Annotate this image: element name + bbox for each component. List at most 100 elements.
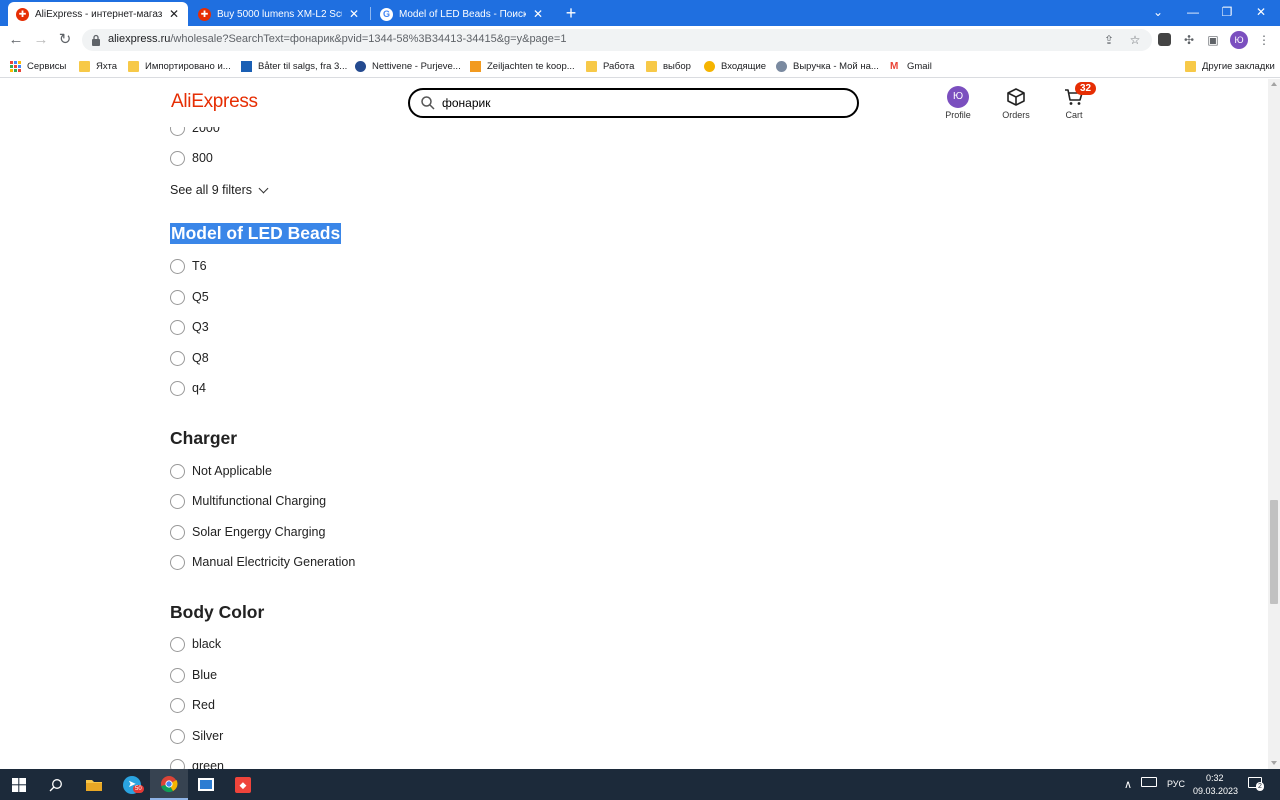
restore-button[interactable]: ❐ bbox=[1210, 0, 1244, 26]
menu-kebab-icon[interactable]: ⋮ bbox=[1256, 32, 1272, 48]
orders-button[interactable]: Orders bbox=[991, 86, 1041, 120]
radio-button[interactable] bbox=[170, 554, 185, 570]
share-icon[interactable]: ⇪ bbox=[1102, 33, 1116, 47]
filter-option[interactable]: Q5 bbox=[170, 288, 209, 306]
taskbar-search-button[interactable] bbox=[37, 769, 75, 800]
puzzle-extensions-icon[interactable]: ✣ bbox=[1181, 32, 1197, 48]
close-window-button[interactable]: ✕ bbox=[1244, 0, 1278, 26]
radio-button[interactable] bbox=[170, 350, 185, 366]
radio-button[interactable] bbox=[170, 524, 185, 540]
radio-button[interactable] bbox=[170, 697, 185, 713]
bookmark-bater[interactable]: Båter til salgs, fra 3... bbox=[241, 58, 347, 74]
filter-option[interactable]: Silver bbox=[170, 727, 223, 745]
minimize-button[interactable]: — bbox=[1176, 0, 1210, 26]
cart-button[interactable]: 32 Cart bbox=[1049, 82, 1099, 120]
new-tab-button[interactable]: + bbox=[561, 3, 581, 23]
anydesk-button[interactable]: ◆ bbox=[224, 769, 262, 800]
site-icon bbox=[470, 60, 481, 72]
filter-option[interactable]: q4 bbox=[170, 379, 206, 397]
see-all-filters-button[interactable]: See all 9 filters bbox=[170, 183, 269, 197]
mail-icon bbox=[704, 60, 715, 72]
keyboard-icon[interactable] bbox=[1141, 777, 1157, 787]
filter-option[interactable]: Blue bbox=[170, 666, 217, 684]
back-arrow-icon[interactable]: ← bbox=[6, 30, 26, 50]
cart-count-badge: 32 bbox=[1075, 82, 1097, 95]
radio-button[interactable] bbox=[170, 493, 185, 509]
reload-icon[interactable]: ↻ bbox=[55, 30, 75, 50]
close-tab-icon[interactable]: ✕ bbox=[348, 7, 360, 21]
vertical-scrollbar[interactable] bbox=[1268, 79, 1280, 769]
language-indicator[interactable]: РУС bbox=[1167, 779, 1185, 789]
chrome-button[interactable] bbox=[150, 769, 188, 800]
radio-button[interactable] bbox=[170, 258, 185, 274]
profile-button[interactable]: Ю Profile bbox=[933, 86, 983, 120]
address-bar[interactable]: aliexpress.ru/wholesale?SearchText=фонар… bbox=[82, 29, 1152, 51]
profile-avatar[interactable]: Ю bbox=[1230, 31, 1248, 49]
radio-button[interactable] bbox=[170, 667, 185, 683]
clock-time[interactable]: 0:32 bbox=[1206, 773, 1224, 783]
radio-button[interactable] bbox=[170, 289, 185, 305]
close-tab-icon[interactable]: ✕ bbox=[532, 7, 544, 21]
tab-search-chevron-icon[interactable]: ⌄ bbox=[1141, 0, 1175, 26]
bookmark-gmail[interactable]: M Gmail bbox=[890, 58, 932, 74]
close-tab-icon[interactable]: ✕ bbox=[168, 7, 180, 21]
file-explorer-button[interactable] bbox=[75, 769, 113, 800]
forward-arrow-icon[interactable]: → bbox=[31, 30, 51, 50]
bookmark-revenue[interactable]: Выручка - Мой на... bbox=[776, 58, 879, 74]
bookmark-choice[interactable]: выбор bbox=[646, 58, 691, 74]
scroll-up-arrow-icon[interactable] bbox=[1271, 82, 1277, 86]
notifications-button[interactable]: 2 bbox=[1248, 777, 1264, 791]
radio-button[interactable] bbox=[170, 380, 185, 396]
clock-date[interactable]: 09.03.2023 bbox=[1193, 786, 1238, 796]
bookmark-yacht[interactable]: Яхта bbox=[79, 58, 117, 74]
radio-button[interactable] bbox=[170, 728, 185, 744]
bookmark-other[interactable]: Другие закладки bbox=[1185, 58, 1275, 74]
bookmark-nettivene[interactable]: Nettivene - Purjeve... bbox=[355, 58, 461, 74]
filter-option[interactable]: 800 bbox=[170, 149, 213, 167]
tab-google-search[interactable]: G Model of LED Beads - Поиск в G ✕ bbox=[372, 2, 552, 26]
filter-option[interactable]: T6 bbox=[170, 257, 207, 275]
scrollbar-thumb[interactable] bbox=[1270, 500, 1278, 604]
bookmark-services[interactable]: Сервисы bbox=[10, 58, 66, 74]
tab-buy-flashlight[interactable]: ✚ Buy 5000 lumens XM-L2 Scuba D ✕ bbox=[190, 2, 368, 26]
filter-option[interactable]: Multifunctional Charging bbox=[170, 492, 326, 510]
filter-option[interactable]: Manual Electricity Generation bbox=[170, 553, 355, 571]
bookmark-work[interactable]: Работа bbox=[586, 58, 634, 74]
tab-strip: ✚ AliExpress - интернет-магазин э ✕ ✚ Bu… bbox=[0, 0, 1280, 26]
site-icon bbox=[776, 60, 787, 72]
filter-option[interactable]: Q8 bbox=[170, 349, 209, 367]
start-button[interactable] bbox=[0, 769, 38, 800]
tab-aliexpress[interactable]: ✚ AliExpress - интернет-магазин э ✕ bbox=[8, 2, 188, 26]
filter-option[interactable]: black bbox=[170, 635, 221, 653]
bookmark-label: Gmail bbox=[907, 60, 932, 72]
bookmark-imported[interactable]: Импортировано и... bbox=[128, 58, 231, 74]
bookmark-zeiljachten[interactable]: Zeiljachten te koop... bbox=[470, 58, 575, 74]
bookmark-star-icon[interactable]: ☆ bbox=[1128, 33, 1142, 47]
search-icon[interactable] bbox=[420, 95, 436, 111]
radio-button[interactable] bbox=[170, 150, 185, 166]
filter-option[interactable]: Not Applicable bbox=[170, 462, 272, 480]
filter-option[interactable]: Q3 bbox=[170, 318, 209, 336]
radio-button[interactable] bbox=[170, 636, 185, 652]
bookmark-label: Zeiljachten te koop... bbox=[487, 60, 575, 72]
search-input[interactable]: фонарик bbox=[408, 88, 859, 118]
radio-button[interactable] bbox=[170, 319, 185, 335]
filter-option-label: 800 bbox=[192, 151, 213, 165]
page-viewport: 2000 800 See all 9 filters Model of LED … bbox=[0, 79, 1268, 769]
filter-option[interactable]: Red bbox=[170, 696, 215, 714]
site-icon bbox=[355, 60, 366, 72]
bookmark-inbox[interactable]: Входящие bbox=[704, 58, 766, 74]
filter-group-title: Model of LED Beads bbox=[170, 223, 342, 244]
extension-icon[interactable] bbox=[1158, 33, 1171, 46]
scroll-down-arrow-icon[interactable] bbox=[1271, 761, 1277, 765]
radio-button[interactable] bbox=[170, 758, 185, 769]
aliexpress-logo[interactable]: AliExpress bbox=[171, 91, 258, 113]
filter-option[interactable]: Solar Engergy Charging bbox=[170, 523, 325, 541]
tray-overflow-chevron-icon[interactable]: ∧ bbox=[1124, 778, 1132, 791]
remote-desktop-button[interactable] bbox=[187, 769, 225, 800]
side-panel-icon[interactable]: ▣ bbox=[1205, 32, 1221, 48]
radio-button[interactable] bbox=[170, 463, 185, 479]
filter-option[interactable]: green bbox=[170, 757, 224, 769]
telegram-button[interactable]: ➤ 50 bbox=[113, 769, 151, 800]
tab-title: Model of LED Beads - Поиск в G bbox=[399, 8, 526, 20]
